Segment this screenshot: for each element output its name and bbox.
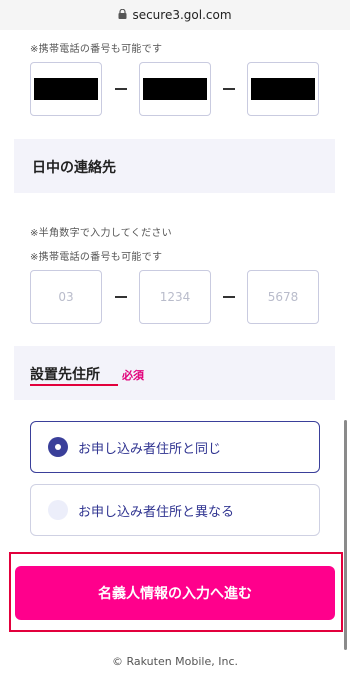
redacted-value — [143, 78, 207, 100]
daytime-contact-header: 日中の連絡先 — [14, 139, 335, 193]
placeholder: 1234 — [159, 290, 191, 304]
phone-dash — [115, 296, 127, 298]
browser-url-bar[interactable]: secure3.gol.com — [0, 0, 350, 30]
install-address-header: 設置先住所 必須 — [14, 346, 335, 400]
title-underline — [30, 384, 118, 386]
phone-dash — [115, 88, 127, 90]
required-badge: 必須 — [122, 369, 144, 382]
daytime-phone-part1-field[interactable]: 03 — [30, 270, 102, 324]
mobile-number-note: ※携帯電話の番号も可能です — [30, 44, 163, 55]
copyright: © Rakuten Mobile, Inc. — [111, 655, 239, 668]
daytime-phone-part3-field[interactable]: 5678 — [247, 270, 319, 324]
proceed-button[interactable]: 名義人情報の入力へ進む — [15, 566, 335, 620]
radio-unselected-icon — [48, 500, 68, 520]
section-title: 設置先住所 — [30, 367, 100, 383]
phone-dash — [223, 88, 235, 90]
lock-icon — [118, 9, 127, 19]
radio-same-address[interactable]: お申し込み者住所と同じ — [30, 421, 320, 473]
radio-different-address[interactable]: お申し込み者住所と異なる — [30, 484, 320, 536]
placeholder: 03 — [58, 290, 74, 304]
mobile-number-note: ※携帯電話の番号も可能です — [30, 252, 163, 263]
redacted-value — [251, 78, 315, 100]
half-width-note: ※半角数字で入力してください — [30, 228, 172, 239]
phone-dash — [223, 296, 235, 298]
placeholder: 5678 — [267, 290, 299, 304]
phone-part1-field[interactable] — [30, 62, 102, 116]
radio-label: お申し込み者住所と異なる — [78, 504, 235, 520]
radio-selected-icon — [48, 437, 68, 457]
redacted-value — [34, 78, 98, 100]
phone-part3-field[interactable] — [247, 62, 319, 116]
phone-part2-field[interactable] — [139, 62, 211, 116]
radio-label: お申し込み者住所と同じ — [78, 441, 222, 457]
scrollbar[interactable] — [344, 420, 347, 650]
daytime-phone-part2-field[interactable]: 1234 — [139, 270, 211, 324]
section-title: 日中の連絡先 — [32, 160, 116, 176]
url-text: secure3.gol.com — [132, 8, 232, 22]
